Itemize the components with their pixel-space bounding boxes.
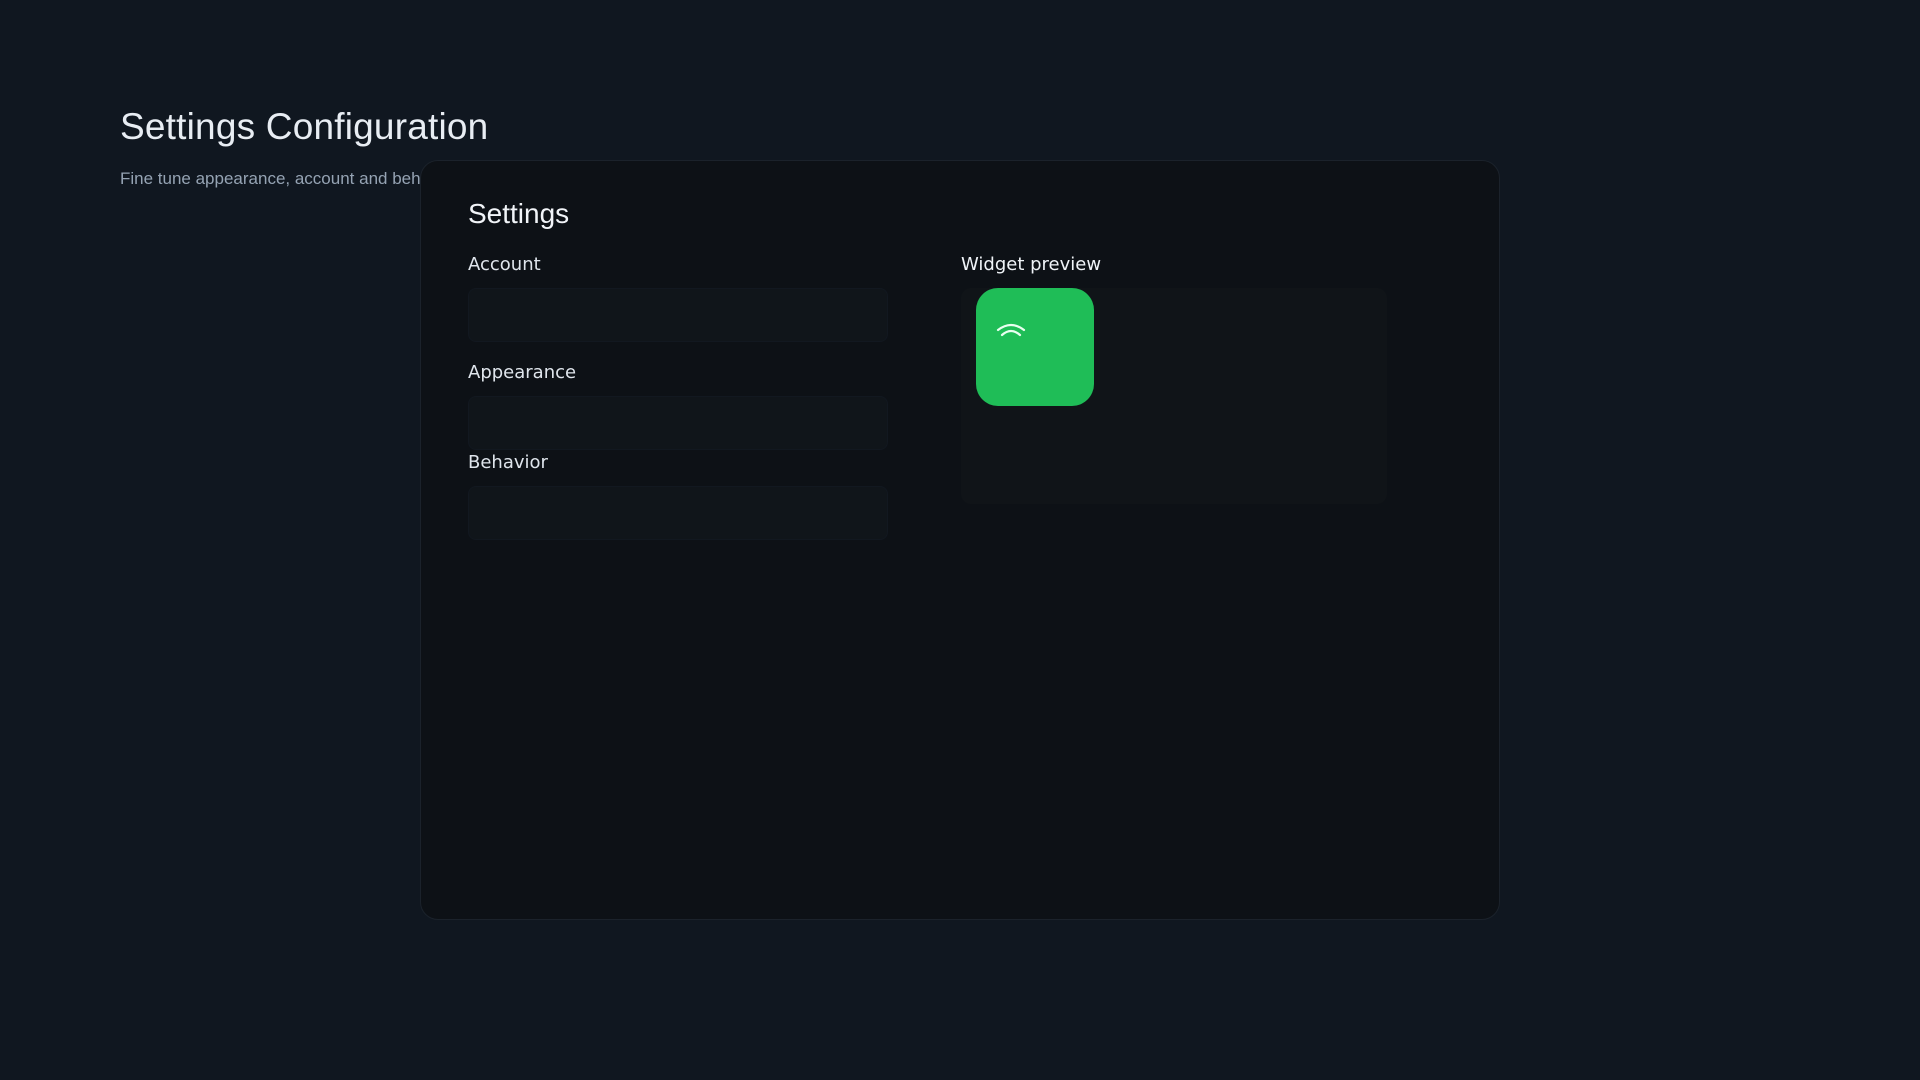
account-settings-panel[interactable] bbox=[468, 288, 888, 342]
settings-card: Settings Account Appearance Behavior Wid… bbox=[420, 160, 1500, 920]
section-label-behavior: Behavior bbox=[468, 452, 548, 473]
widget-preview-area bbox=[961, 288, 1387, 504]
widget-preview-tile[interactable] bbox=[976, 288, 1094, 406]
section-label-account: Account bbox=[468, 254, 541, 275]
appearance-settings-panel[interactable] bbox=[468, 396, 888, 450]
behavior-settings-panel[interactable] bbox=[468, 486, 888, 540]
page-header: Settings Configuration Fine tune appeara… bbox=[120, 104, 489, 188]
settings-title: Settings bbox=[468, 198, 570, 229]
wifi-icon bbox=[996, 323, 1026, 337]
page-subtitle: Fine tune appearance, account and behavi… bbox=[120, 169, 458, 188]
section-label-appearance: Appearance bbox=[468, 362, 577, 383]
page-title: Settings Configuration bbox=[120, 106, 489, 147]
widget-preview-label: Widget preview bbox=[961, 254, 1102, 275]
